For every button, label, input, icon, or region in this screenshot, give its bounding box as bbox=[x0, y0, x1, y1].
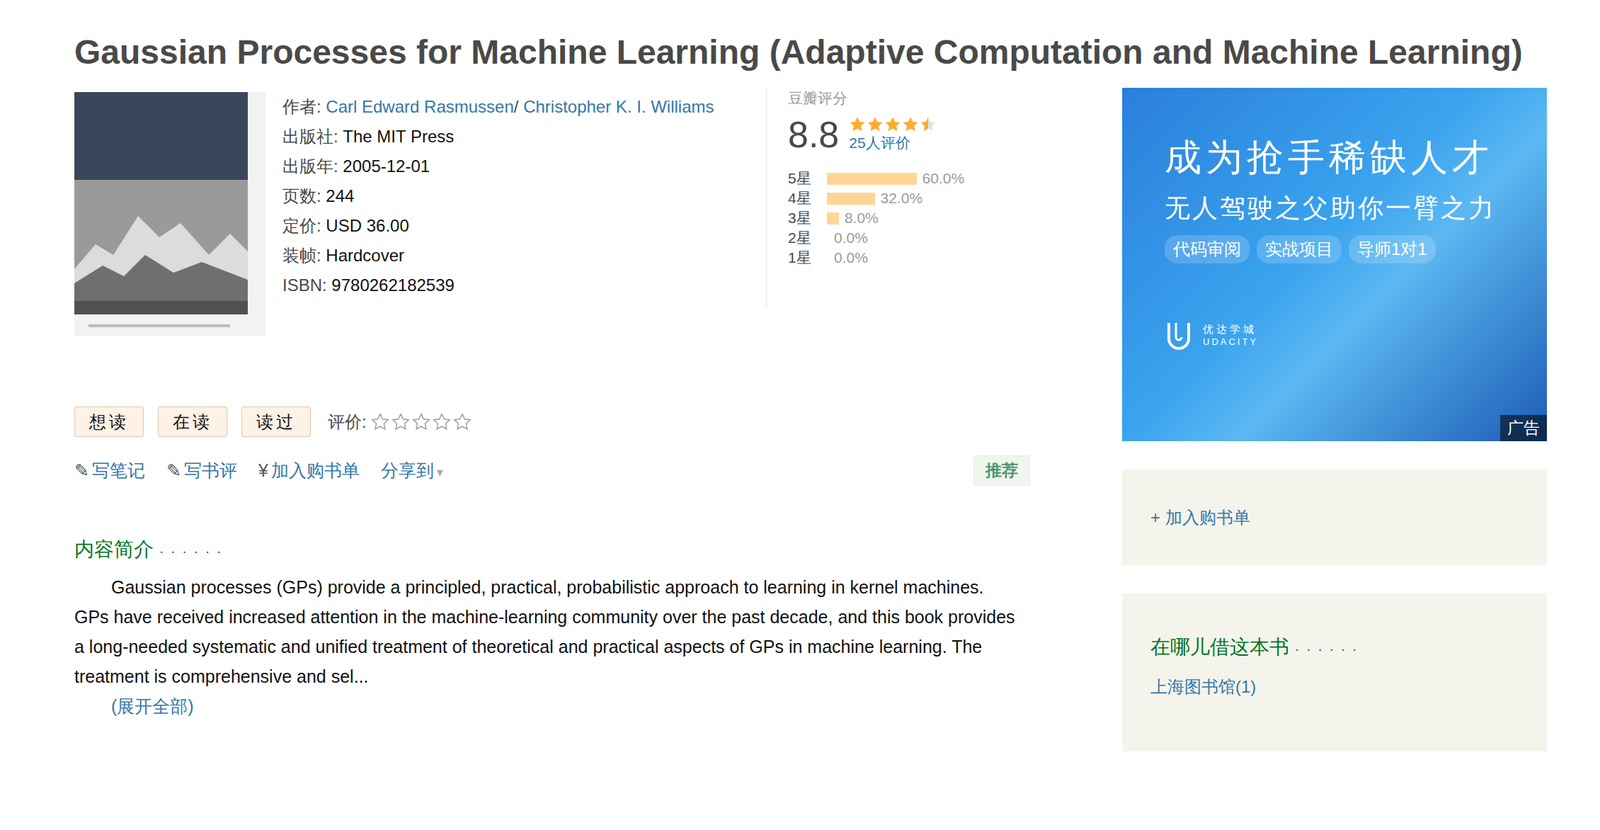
rating-count[interactable]: 25人评价 bbox=[848, 133, 937, 153]
info-field: ISBN: 9780262182539 bbox=[282, 270, 750, 301]
add-to-cart-link[interactable]: + 加入购书单 bbox=[1150, 506, 1251, 529]
rating-panel: 豆瓣评分 8.8 25人评价 5星 60.0%4星 32.0%3星 8.0%2星… bbox=[766, 87, 1015, 308]
expand-link[interactable]: (展开全部) bbox=[74, 690, 1031, 721]
rating-row: 1星 0.0% bbox=[787, 247, 1015, 268]
rating-row: 2星 0.0% bbox=[787, 227, 1015, 248]
info-field: 出版年: 2005-12-01 bbox=[282, 151, 750, 182]
rating-row: 3星 8.0% bbox=[787, 208, 1015, 228]
book-meta: 作者: Carl Edward Rasmussen/ Christopher K… bbox=[74, 87, 1031, 336]
star-icon[interactable] bbox=[370, 412, 390, 432]
rating-bar bbox=[826, 172, 917, 185]
info-field: 装帧: Hardcover bbox=[282, 240, 750, 271]
action-link[interactable]: ¥加入购书单 bbox=[258, 458, 360, 483]
rating-score: 8.8 bbox=[787, 113, 839, 156]
status-button[interactable]: 想读 bbox=[74, 406, 144, 437]
intro-text: Gaussian processes (GPs) provide a princ… bbox=[74, 572, 1024, 691]
action-link[interactable]: ✎写笔记 bbox=[74, 458, 146, 483]
star-icon[interactable] bbox=[432, 412, 451, 432]
cart-box: + 加入购书单 bbox=[1122, 469, 1547, 565]
info-field: 页数: 244 bbox=[282, 181, 750, 211]
status-button[interactable]: 读过 bbox=[241, 406, 311, 437]
ad-badge: 广告 bbox=[1500, 414, 1547, 442]
ad-brand: 优达学城 UDACITY bbox=[1164, 320, 1547, 352]
action-link[interactable]: ✎写书评 bbox=[166, 458, 238, 483]
user-rating[interactable] bbox=[370, 412, 472, 432]
borrow-box: 在哪儿借这本书 · · · · · · 上海图书馆(1) bbox=[1122, 593, 1547, 752]
author-link[interactable]: Carl Edward Rasmussen bbox=[325, 96, 514, 117]
intro-section: 内容简介 · · · · · · Gaussian processes (GPs… bbox=[74, 535, 1031, 721]
star-icon[interactable] bbox=[453, 412, 472, 432]
info-field: 定价: USD 36.00 bbox=[282, 210, 750, 241]
star-icon[interactable] bbox=[412, 412, 431, 432]
book-page: Gaussian Processes for Machine Learning … bbox=[0, 0, 1600, 830]
udacity-logo-icon bbox=[1164, 320, 1193, 352]
main-column: 作者: Carl Edward Rasmussen/ Christopher K… bbox=[74, 87, 1031, 752]
info-field: 出版社: The MIT Press bbox=[282, 121, 750, 152]
status-button[interactable]: 在读 bbox=[157, 406, 228, 437]
sidebar: 成为抢手稀缺人才 无人驾驶之父助你一臂之力 代码审阅实战项目导师1对1 优达学城… bbox=[1122, 87, 1547, 752]
star-icon bbox=[901, 116, 919, 134]
ad-tag: 代码审阅 bbox=[1164, 235, 1250, 264]
rating-row: 5星 60.0% bbox=[787, 168, 1015, 189]
star-icon bbox=[866, 116, 884, 134]
share-link[interactable]: 分享到▾ bbox=[380, 458, 444, 483]
book-info: 作者: Carl Edward Rasmussen/ Christopher K… bbox=[282, 92, 750, 301]
recommend-button[interactable]: 推荐 bbox=[973, 455, 1031, 486]
ad-tag: 导师1对1 bbox=[1348, 235, 1436, 264]
star-icon bbox=[848, 116, 866, 134]
reading-actions: 想读在读读过 评价: bbox=[74, 406, 1031, 437]
rating-stars bbox=[848, 116, 937, 134]
rating-bar bbox=[826, 212, 839, 225]
book-cover-icon[interactable] bbox=[74, 92, 266, 336]
book-title: Gaussian Processes for Machine Learning … bbox=[74, 32, 1547, 73]
star-icon bbox=[884, 116, 902, 134]
author-link[interactable]: Christopher K. I. Williams bbox=[523, 96, 714, 117]
rating-bar bbox=[826, 192, 876, 205]
rating-row: 4星 32.0% bbox=[787, 188, 1015, 209]
star-icon[interactable] bbox=[391, 412, 410, 432]
star-icon bbox=[919, 116, 937, 134]
ad-banner[interactable]: 成为抢手稀缺人才 无人驾驶之父助你一臂之力 代码审阅实战项目导师1对1 优达学城… bbox=[1122, 87, 1547, 442]
ad-tag: 实战项目 bbox=[1256, 235, 1342, 264]
library-link[interactable]: 上海图书馆(1) bbox=[1150, 675, 1519, 699]
